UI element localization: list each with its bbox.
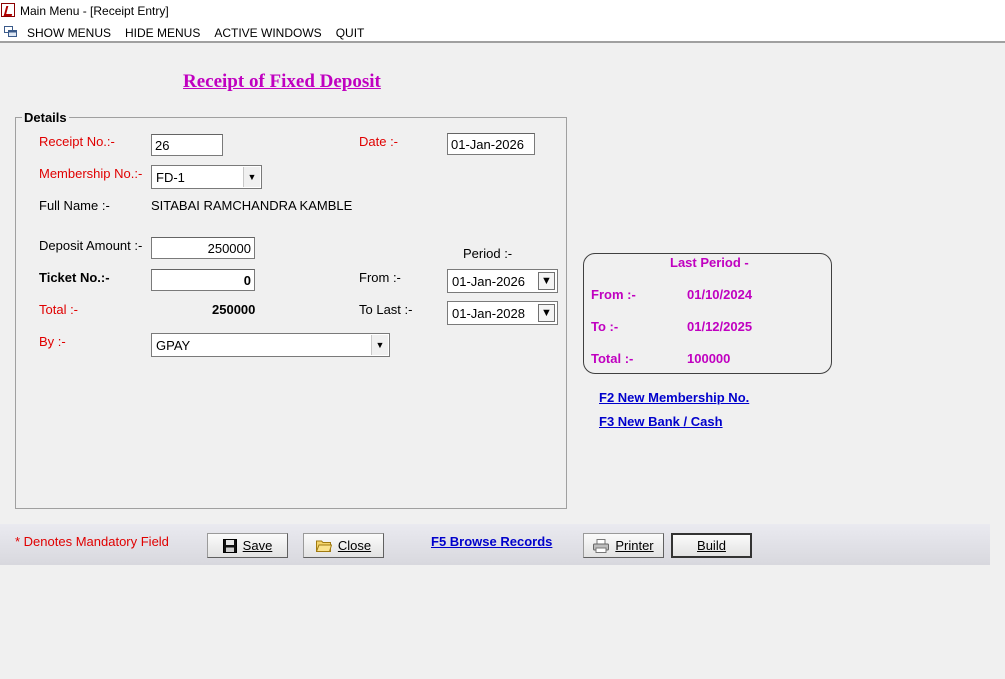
last-period-from-label: From :- <box>591 287 636 302</box>
floppy-disk-icon <box>222 538 237 553</box>
chevron-down-icon[interactable]: ▼ <box>243 167 260 187</box>
from-date-value: 01-Jan-2026 <box>452 274 525 289</box>
total-value: 250000 <box>212 302 256 317</box>
membership-no-combo[interactable]: FD-1 ▼ <box>151 165 262 189</box>
save-button[interactable]: Save <box>207 533 288 558</box>
to-last-date-picker[interactable]: 01-Jan-2028 ▼ <box>447 301 558 325</box>
deposit-amount-label: Deposit Amount :- <box>39 238 143 253</box>
close-button-label: Close <box>337 538 372 553</box>
window-title: Main Menu - [Receipt Entry] <box>20 4 169 18</box>
ticket-no-input[interactable]: 0 <box>151 269 255 291</box>
app-icon <box>1 3 15 17</box>
full-name-value: SITABAI RAMCHANDRA KAMBLE <box>151 198 353 213</box>
printer-icon <box>593 538 610 553</box>
by-label: By :- <box>39 334 66 349</box>
menu-active-windows[interactable]: ACTIVE WINDOWS <box>214 26 321 40</box>
membership-no-label: Membership No.:- <box>39 166 143 181</box>
details-group-label: Details <box>22 110 69 125</box>
menu-bar: SHOW MENUS HIDE MENUS ACTIVE WINDOWS QUI… <box>0 23 1005 43</box>
to-last-label: To Last :- <box>359 302 413 317</box>
period-label: Period :- <box>463 246 513 261</box>
form-title: Receipt of Fixed Deposit <box>183 71 381 92</box>
chevron-down-icon[interactable]: ▼ <box>538 304 555 322</box>
window-menu-icon[interactable] <box>4 26 18 38</box>
chevron-down-icon[interactable]: ▼ <box>538 272 555 290</box>
deposit-amount-input[interactable]: 250000 <box>151 237 255 259</box>
printer-button[interactable]: Printer <box>583 533 664 558</box>
last-period-from-value: 01/10/2024 <box>687 287 753 302</box>
to-last-date-value: 01-Jan-2028 <box>452 306 525 321</box>
membership-no-value: FD-1 <box>156 170 185 185</box>
total-label: Total :- <box>39 302 79 317</box>
menu-show-menus[interactable]: SHOW MENUS <box>27 26 111 40</box>
from-date-picker[interactable]: 01-Jan-2026 ▼ <box>447 269 558 293</box>
receipt-no-label: Receipt No.:- <box>39 134 115 149</box>
last-period-total-label: Total :- <box>591 351 634 366</box>
from-label: From :- <box>359 270 401 285</box>
last-period-to-label: To :- <box>591 319 619 334</box>
menu-quit[interactable]: QUIT <box>336 26 365 40</box>
close-button[interactable]: Close <box>303 533 384 558</box>
last-period-to-value: 01/12/2025 <box>687 319 753 334</box>
ticket-no-label: Ticket No.:- <box>39 270 110 285</box>
chevron-down-icon[interactable]: ▼ <box>371 335 388 355</box>
build-button[interactable]: Build <box>671 533 752 558</box>
receipt-no-input[interactable]: 26 <box>151 134 223 156</box>
save-button-label: Save <box>242 538 273 553</box>
last-period-total-value: 100000 <box>687 351 731 366</box>
build-button-label: Build <box>697 538 726 553</box>
f5-browse-records-link[interactable]: F5 Browse Records <box>431 534 552 549</box>
mandatory-note: * Denotes Mandatory Field <box>15 534 169 549</box>
printer-button-label: Printer <box>615 538 654 553</box>
folder-icon <box>315 539 332 552</box>
by-payment-value: GPAY <box>156 338 191 353</box>
title-bar: Main Menu - [Receipt Entry] <box>0 0 1005 23</box>
full-name-label: Full Name :- <box>39 198 110 213</box>
f3-new-bank-cash-link[interactable]: F3 New Bank / Cash <box>599 414 723 429</box>
last-period-panel: Last Period - From :- 01/10/2024 To :- 0… <box>583 253 832 374</box>
last-period-title: Last Period - <box>670 255 749 270</box>
date-label: Date :- <box>359 134 399 149</box>
by-payment-combo[interactable]: GPAY ▼ <box>151 333 390 357</box>
f2-new-membership-link[interactable]: F2 New Membership No. <box>599 390 749 405</box>
menu-hide-menus[interactable]: HIDE MENUS <box>125 26 200 40</box>
date-input[interactable]: 01-Jan-2026 <box>447 133 535 155</box>
bottom-toolbar: * Denotes Mandatory Field Save Close F5 … <box>0 524 990 565</box>
